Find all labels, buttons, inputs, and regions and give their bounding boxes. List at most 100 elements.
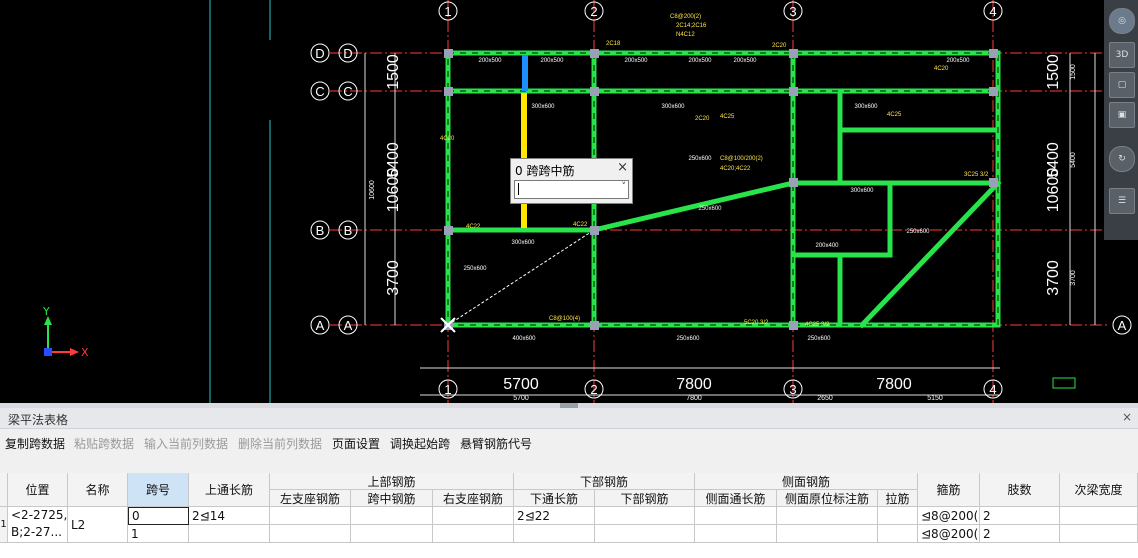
axis-bubble-left-inner-label: A — [344, 318, 353, 333]
axis-bubble-bottom-label: 2 — [590, 382, 597, 397]
axis-bubble-bottom-label: 1 — [444, 382, 451, 397]
side-long-cell[interactable] — [695, 525, 777, 543]
name-cell[interactable]: L2 — [68, 507, 128, 543]
bottom-long-cell[interactable] — [514, 525, 595, 543]
axis-bubble-bottom-label: 3 — [789, 382, 796, 397]
col-header-bottom-long[interactable]: 下通长筋 — [514, 490, 595, 507]
axis-bubble-bottom-label: 4 — [989, 382, 996, 397]
stirrup-cell[interactable]: ⊴8@200( — [918, 525, 980, 543]
rebar-label: C8@100(4) — [549, 316, 580, 322]
col-header-name[interactable]: 名称 — [68, 473, 128, 507]
col-header-span[interactable]: 跨号 — [128, 473, 189, 507]
beam-size-label: 300x600 — [854, 104, 878, 110]
beam-size-label: 200x500 — [540, 58, 564, 64]
ucs-x-label: X — [81, 346, 89, 359]
axis-bubble-left-label: D — [315, 46, 324, 61]
dim-top: 5700 — [503, 0, 539, 4]
dim-left: 1500 — [385, 54, 402, 90]
bottom-long-cell[interactable]: 2⊴22 — [514, 507, 595, 525]
rebar-label: 4C25 3/2 — [805, 322, 830, 328]
beam-size-label: 300x600 — [661, 104, 685, 110]
grid-dots-icon[interactable]: ☰ — [1109, 188, 1135, 214]
beam-size-label: 250x600 — [807, 336, 831, 342]
secondary-width-cell[interactable] — [1060, 525, 1138, 543]
menu-copy-span[interactable]: 复制跨数据 — [5, 435, 65, 452]
cad-viewport[interactable]: 1 2 3 4 1 2 3 4 D D C C B B A A A 5700 7800 7800 5700 7800 265… — [0, 0, 1138, 403]
beam-size-label: 250x600 — [676, 336, 700, 342]
axis-bubble-left-label: A — [316, 318, 325, 333]
top-long-cell[interactable]: 2⊴14 — [189, 507, 270, 525]
dim-bottom-small: 5700 — [513, 395, 529, 402]
close-icon[interactable]: × — [617, 160, 628, 175]
panel-header: 梁平法表格 × — [0, 408, 1138, 429]
axis-bubble-top-label: 1 — [444, 4, 451, 19]
orbit-icon[interactable]: ◎ — [1109, 8, 1135, 34]
top-long-cell[interactable] — [189, 525, 270, 543]
menu-page-setup[interactable]: 页面设置 — [332, 435, 380, 452]
bottom-rebar-cell[interactable] — [595, 507, 695, 525]
axis-bubble-top-label: 3 — [789, 4, 796, 19]
side-origin-cell[interactable] — [777, 525, 878, 543]
secondary-width-cell[interactable] — [1060, 507, 1138, 525]
dim-left-small: 10600 — [369, 180, 376, 200]
dim-bottom-small: 2650 — [817, 395, 833, 402]
col-header-position[interactable]: 位置 — [8, 473, 68, 507]
side-long-cell[interactable] — [695, 507, 777, 525]
col-header-side-long[interactable]: 侧面通长筋 — [695, 490, 777, 507]
close-icon[interactable]: × — [1122, 410, 1132, 424]
dim-right: 10600 — [1045, 168, 1062, 213]
dim-right: 1500 — [1045, 54, 1062, 90]
beam-size-label: 300x600 — [531, 104, 555, 110]
tie-bar-cell[interactable] — [878, 525, 918, 543]
menu-paste-span[interactable]: 粘贴跨数据 — [74, 435, 134, 452]
left-support-cell[interactable] — [270, 525, 351, 543]
menu-cantilever-code[interactable]: 悬臂钢筋代号 — [460, 435, 532, 452]
col-header-secondary-width[interactable]: 次梁宽度 — [1060, 473, 1138, 507]
right-support-cell[interactable] — [433, 507, 514, 525]
chevron-down-icon[interactable]: ˅ — [622, 182, 627, 192]
3d-view-icon[interactable]: 3D — [1109, 42, 1135, 68]
midspan-cell[interactable] — [351, 507, 433, 525]
axis-bubble-left-inner-label: C — [343, 84, 352, 99]
col-header-tie-bar[interactable]: 拉筋 — [878, 490, 918, 507]
dim-bottom: 7800 — [876, 376, 912, 393]
span-cell[interactable]: 0 — [128, 507, 189, 525]
col-header-bottom-rebar[interactable]: 下部钢筋 — [595, 490, 695, 507]
rebar-label: 4C20;4C22 — [720, 166, 751, 172]
beam-size-label: 200x500 — [733, 58, 757, 64]
side-origin-cell[interactable] — [777, 507, 878, 525]
text-caret — [518, 183, 519, 195]
beam-size-label: 200x500 — [624, 58, 648, 64]
popup-title: 0 跨跨中筋 — [515, 164, 575, 178]
right-support-cell[interactable] — [433, 525, 514, 543]
tie-bar-cell[interactable] — [878, 507, 918, 525]
bottom-rebar-cell[interactable] — [595, 525, 695, 543]
span-rebar-combobox[interactable]: ˅ — [514, 180, 629, 199]
span-cell[interactable]: 1 — [128, 525, 189, 543]
axis-bubble-top-label: 4 — [989, 4, 996, 19]
legs-cell[interactable]: 2 — [980, 507, 1060, 525]
col-header-legs[interactable]: 肢数 — [980, 473, 1060, 507]
menu-input-column[interactable]: 输入当前列数据 — [144, 435, 228, 452]
col-header-side-origin[interactable]: 侧面原位标注筋 — [777, 490, 878, 507]
stirrup-cell[interactable]: ⊴8@200( — [918, 507, 980, 525]
rebar-label: 4C20 — [934, 66, 949, 72]
dim-bottom: 7800 — [676, 376, 712, 393]
col-header-left-support[interactable]: 左支座钢筋 — [270, 490, 351, 507]
col-header-right-support[interactable]: 右支座钢筋 — [433, 490, 514, 507]
view-toolbar: ◎ 3D ▢ ▣ ↻ ☰ — [1104, 0, 1138, 240]
position-cell[interactable]: <2-2725, B;2-27... — [8, 507, 68, 543]
rotate-icon[interactable]: ↻ — [1109, 146, 1135, 172]
col-header-midspan[interactable]: 跨中钢筋 — [351, 490, 433, 507]
row-index[interactable]: 1 — [0, 507, 8, 543]
legs-cell[interactable]: 2 — [980, 525, 1060, 543]
left-support-cell[interactable] — [270, 507, 351, 525]
menu-swap-start-span[interactable]: 调换起始跨 — [390, 435, 450, 452]
midspan-cell[interactable] — [351, 525, 433, 543]
cube-front-icon[interactable]: ▢ — [1109, 72, 1135, 98]
col-header-stirrup[interactable]: 箍筋 — [918, 473, 980, 507]
cube-top-icon[interactable]: ▣ — [1109, 102, 1135, 128]
col-header-top-long[interactable]: 上通长筋 — [189, 473, 270, 507]
menu-delete-column[interactable]: 删除当前列数据 — [238, 435, 322, 452]
col-group-side-rebar: 侧面钢筋 — [695, 473, 918, 490]
